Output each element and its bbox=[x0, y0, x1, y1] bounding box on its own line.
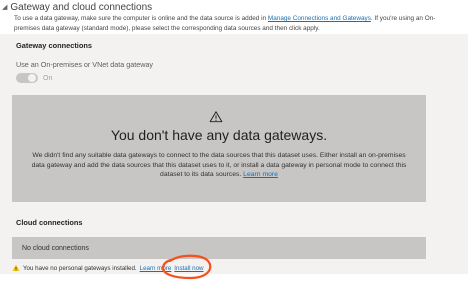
no-cloud-connections-text: No cloud connections bbox=[22, 244, 89, 252]
warning-icon bbox=[12, 264, 20, 271]
gateway-option-label: Use an On-premises or VNet data gateway bbox=[16, 60, 154, 69]
section-header[interactable]: ◢ Gateway and cloud connections bbox=[2, 1, 152, 13]
cloud-connections-box: No cloud connections bbox=[12, 237, 426, 259]
section-title: Gateway and cloud connections bbox=[10, 1, 153, 13]
empty-state-learn-more-link[interactable]: Learn more bbox=[243, 171, 278, 178]
personal-gateway-footer: You have no personal gateways installed.… bbox=[12, 263, 204, 273]
cloud-connections-heading: Cloud connections bbox=[16, 218, 83, 227]
gateway-settings-page: ◢ Gateway and cloud connections To use a… bbox=[0, 0, 474, 284]
gateway-connections-heading: Gateway connections bbox=[16, 41, 92, 50]
warning-icon bbox=[209, 111, 223, 123]
gateway-toggle-row[interactable]: On bbox=[16, 73, 52, 83]
manage-connections-link[interactable]: Manage Connections and Gateways bbox=[268, 15, 371, 22]
intro-text-before: To use a data gateway, make sure the com… bbox=[14, 15, 268, 22]
intro-text: To use a data gateway, make sure the com… bbox=[14, 14, 460, 33]
empty-state-text: We didn't find any suitable data gateway… bbox=[31, 152, 407, 178]
footer-message: You have no personal gateways installed. bbox=[23, 264, 137, 272]
gateway-toggle[interactable] bbox=[16, 73, 38, 83]
empty-state-description: We didn't find any suitable data gateway… bbox=[30, 151, 408, 180]
collapse-caret-icon[interactable]: ◢ bbox=[2, 4, 7, 11]
footer-learn-more-link[interactable]: Learn more bbox=[140, 265, 172, 272]
empty-state-title: You don't have any data gateways. bbox=[110, 127, 328, 143]
install-now-link[interactable]: Install now bbox=[174, 265, 203, 272]
toggle-label: On bbox=[43, 74, 53, 82]
toggle-knob bbox=[28, 74, 36, 82]
